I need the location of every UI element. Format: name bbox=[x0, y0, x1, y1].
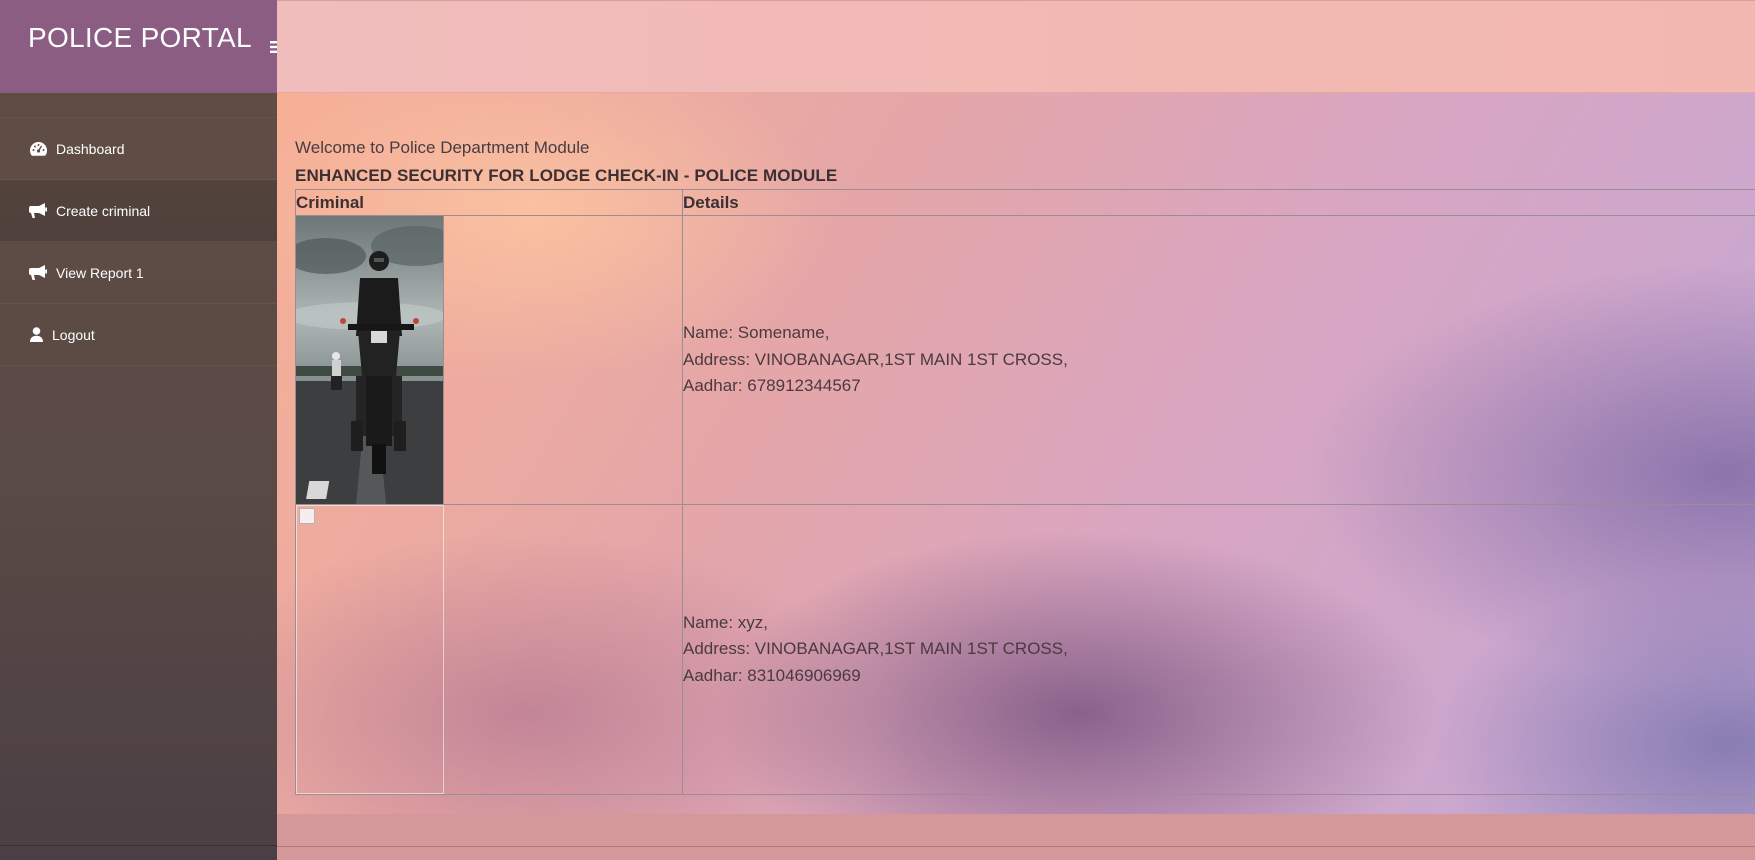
criminal-name: Name: xyz, bbox=[683, 612, 769, 632]
sidebar-item-dashboard[interactable]: Dashboard bbox=[0, 117, 277, 180]
sidebar-item-logout[interactable]: Logout bbox=[0, 304, 277, 366]
column-header-criminal: Criminal bbox=[295, 189, 683, 216]
table-row: Name: xyz, Address: VINOBANAGAR,1ST MAIN… bbox=[295, 504, 1755, 795]
table-row: Name: Somename, Address: VINOBANAGAR,1ST… bbox=[295, 215, 1755, 505]
content-footer bbox=[277, 814, 1755, 860]
criminal-photo bbox=[296, 505, 444, 794]
megaphone-icon bbox=[29, 203, 47, 219]
criminal-photo-cell bbox=[295, 215, 683, 505]
footer-divider bbox=[277, 846, 1755, 847]
sidebar-item-label: Logout bbox=[52, 326, 95, 343]
broken-image-icon bbox=[299, 508, 315, 524]
criminal-details-cell: Name: Somename, Address: VINOBANAGAR,1ST… bbox=[682, 215, 1755, 505]
criminal-address: Address: VINOBANAGAR,1ST MAIN 1ST CROSS, bbox=[683, 639, 1068, 659]
criminal-details-cell: Name: xyz, Address: VINOBANAGAR,1ST MAIN… bbox=[682, 504, 1755, 795]
brand-area: POLICE PORTAL bbox=[0, 0, 277, 93]
page-title: ENHANCED SECURITY FOR LODGE CHECK-IN - P… bbox=[295, 166, 838, 185]
welcome-text: Welcome to Police Department Module bbox=[295, 138, 590, 157]
criminal-aadhar: Aadhar: 831046906969 bbox=[683, 665, 861, 685]
sidebar-item-label: View Report 1 bbox=[56, 264, 144, 281]
sidebar-divider bbox=[0, 845, 277, 846]
sidebar-item-create-criminal[interactable]: Create criminal bbox=[0, 180, 277, 242]
megaphone-icon bbox=[29, 265, 47, 281]
criminal-photo bbox=[296, 216, 444, 504]
user-icon bbox=[29, 327, 43, 343]
column-header-details: Details bbox=[682, 189, 1755, 216]
sidebar: Dashboard Create criminal View Report 1 … bbox=[0, 93, 277, 860]
main-content: Welcome to Police Department Module ENHA… bbox=[277, 93, 1755, 814]
sidebar-item-view-report[interactable]: View Report 1 bbox=[0, 242, 277, 304]
criminal-table: Criminal Details Name: Somename, Address… bbox=[295, 189, 1755, 795]
criminal-photo-cell bbox=[295, 504, 683, 795]
criminal-aadhar: Aadhar: 678912344567 bbox=[683, 376, 861, 396]
criminal-address: Address: VINOBANAGAR,1ST MAIN 1ST CROSS, bbox=[683, 349, 1068, 369]
app-title[interactable]: POLICE PORTAL bbox=[28, 22, 252, 54]
table-header-row: Criminal Details bbox=[295, 189, 1755, 216]
sidebar-item-label: Create criminal bbox=[56, 202, 151, 219]
dashboard-icon bbox=[29, 141, 47, 157]
sidebar-item-label: Dashboard bbox=[56, 140, 125, 157]
top-bar bbox=[277, 0, 1755, 93]
motorcycle-rider-photo bbox=[296, 216, 443, 504]
criminal-name: Name: Somename, bbox=[683, 323, 830, 343]
